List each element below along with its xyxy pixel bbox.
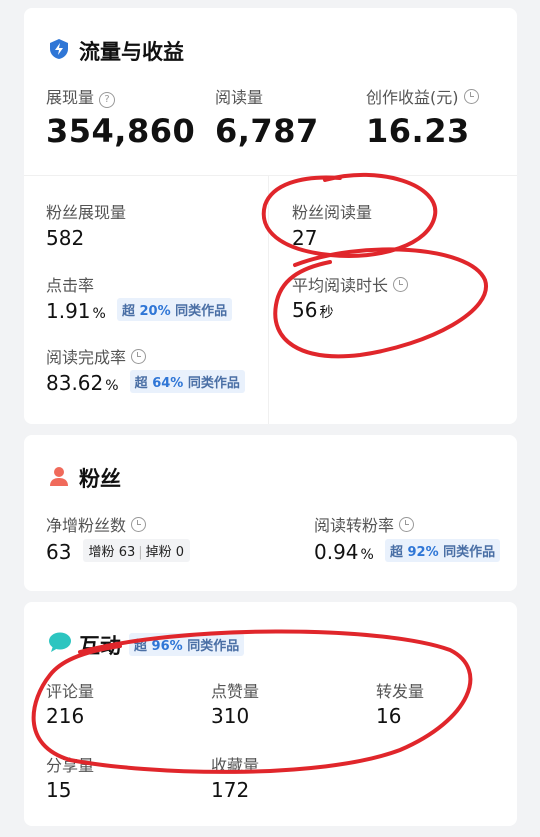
net-gain-value-row: 63 增粉 63 | 掉粉 0: [46, 539, 191, 564]
fan-reads-label: 粉丝阅读量: [292, 203, 373, 222]
reposts-label: 转发量: [376, 682, 425, 701]
section-title-traffic: 流量与收益: [79, 40, 184, 64]
clock-icon: [393, 277, 409, 292]
shares-value: 15: [46, 778, 72, 802]
person-icon: [50, 467, 68, 486]
shares-label: 分享量: [46, 756, 95, 775]
gain-loss-box: 增粉 63 | 掉粉 0: [82, 539, 191, 562]
divider: [24, 175, 517, 176]
net-gain-label: 净增粉丝数: [46, 512, 147, 536]
traffic-card: 流量与收益 展现量? 354,860 阅读量 6,787 创作收益(元) 16.…: [24, 8, 517, 424]
ctr-value-row: 1.91% 超 20% 同类作品: [46, 298, 233, 323]
net-gain-value: 63: [46, 540, 72, 564]
fan-impressions-label: 粉丝展现量: [46, 203, 127, 222]
ctr-label: 点击率: [46, 276, 95, 295]
fan-impressions-value: 582: [46, 226, 85, 250]
likes-value: 310: [211, 704, 250, 728]
ctr-value: 1.91: [46, 299, 91, 323]
avg-time-label: 平均阅读时长: [292, 272, 409, 296]
comments-label: 评论量: [46, 682, 95, 701]
interaction-card: 互动 超 96% 同类作品 评论量 216 点赞量 310 转发量 16 分享量…: [24, 602, 517, 826]
avg-time-value-row: 56 秒: [292, 298, 334, 322]
completion-value-row: 83.62% 超 64% 同类作品: [46, 370, 245, 395]
clock-icon: [463, 89, 479, 104]
section-title-interaction: 互动: [79, 634, 121, 658]
comments-value: 216: [46, 704, 85, 728]
favorites-label: 收藏量: [211, 756, 260, 775]
favorites-value: 172: [211, 778, 250, 802]
section-title-fans: 粉丝: [79, 467, 121, 491]
reads-label: 阅读量: [215, 88, 264, 107]
interaction-badge: 超 96% 同类作品: [129, 633, 245, 656]
avg-time-value: 56: [292, 298, 318, 322]
reposts-value: 16: [376, 704, 402, 728]
clock-icon: [131, 517, 147, 532]
conversion-value-row: 0.94% 超 92% 同类作品: [314, 539, 501, 564]
likes-label: 点赞量: [211, 682, 260, 701]
impressions-label: 展现量?: [46, 84, 116, 108]
reads-value: 6,787: [215, 112, 319, 150]
impressions-value: 354,860: [46, 112, 196, 150]
conversion-value: 0.94: [314, 540, 359, 564]
earnings-label: 创作收益(元): [366, 84, 479, 108]
completion-value: 83.62: [46, 371, 104, 395]
clock-icon: [399, 517, 415, 532]
divider: [268, 175, 269, 424]
completion-label: 阅读完成率: [46, 344, 147, 368]
ctr-badge: 超 20% 同类作品: [116, 298, 233, 321]
fan-reads-value: 27: [292, 226, 318, 250]
lightning-shield-icon: [50, 39, 68, 59]
earnings-value: 16.23: [366, 112, 470, 150]
chat-bubble-icon: [49, 632, 71, 652]
clock-icon: [131, 349, 147, 364]
conversion-badge: 超 92% 同类作品: [384, 539, 501, 562]
completion-badge: 超 64% 同类作品: [129, 370, 245, 393]
conversion-label: 阅读转粉率: [314, 512, 415, 536]
help-icon[interactable]: ?: [99, 92, 116, 108]
fans-card: 粉丝 净增粉丝数 63 增粉 63 | 掉粉 0 阅读转粉率 0.94% 超 92%…: [24, 435, 517, 591]
